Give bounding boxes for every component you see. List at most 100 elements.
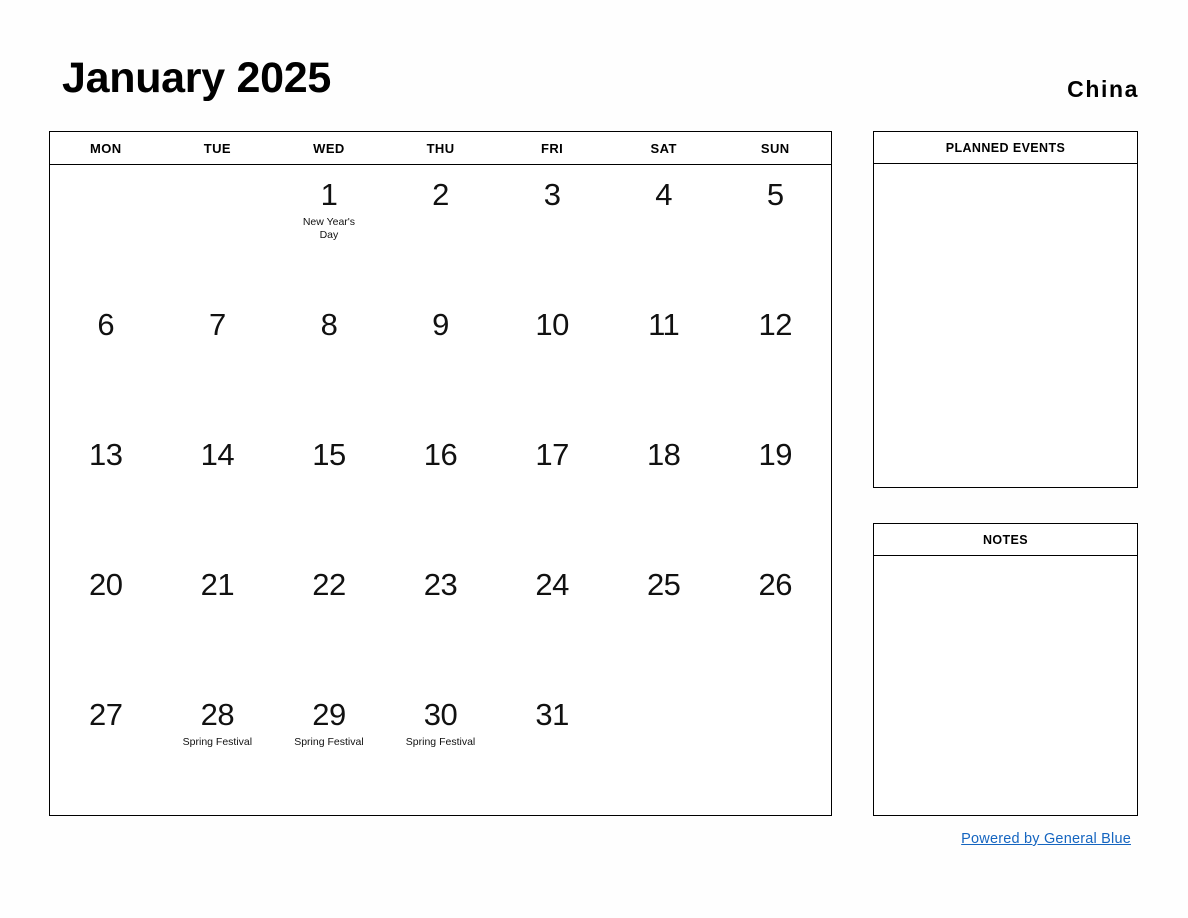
day-number: 22: [312, 567, 346, 602]
planned-events-body[interactable]: [874, 164, 1137, 486]
day-number: 24: [535, 567, 569, 602]
notes-title: NOTES: [874, 524, 1137, 556]
calendar-day-cell-empty: [50, 165, 162, 295]
calendar-day-cell-7[interactable]: 7: [162, 295, 274, 425]
day-number: 7: [208, 307, 226, 342]
weekday-header-tue: TUE: [203, 140, 231, 156]
day-number: 23: [423, 567, 458, 602]
day-event-line: New Year's: [302, 215, 356, 228]
weekday-header-thu: THU: [426, 140, 455, 156]
weekday-header-wed: WED: [313, 140, 345, 156]
day-number: 25: [646, 567, 681, 602]
calendar-day-cell-18[interactable]: 18: [608, 425, 720, 555]
calendar-day-cell-8[interactable]: 8: [273, 295, 385, 425]
calendar-day-cell-empty: [608, 685, 720, 815]
day-number: 12: [758, 307, 793, 342]
calendar-page: January 2025 China MON TUE WED THU FRI SAT SUN…: [0, 0, 1188, 918]
calendar-day-cell-1[interactable]: 1 New Year's Day: [273, 165, 385, 295]
day-number: 19: [758, 437, 793, 472]
day-event-line: Spring Festival: [294, 735, 364, 748]
day-number: 4: [655, 177, 673, 212]
notes-body[interactable]: [874, 556, 1137, 814]
planned-events-title: PLANNED EVENTS: [874, 132, 1137, 164]
country-label: China: [1067, 76, 1139, 102]
day-number: 27: [89, 697, 123, 732]
calendar-day-cell-6[interactable]: 6: [50, 295, 162, 425]
calendar-day-cell-14[interactable]: 14: [162, 425, 274, 555]
calendar-day-cell-22[interactable]: 22: [273, 555, 385, 685]
calendar-day-cell-20[interactable]: 20: [50, 555, 162, 685]
calendar-day-cell-30[interactable]: 30 Spring Festival: [385, 685, 497, 815]
calendar-week-row: 20 21 22 23 24 25 26: [50, 555, 831, 685]
calendar-day-cell-28[interactable]: 28 Spring Festival: [162, 685, 274, 815]
day-number: 11: [648, 307, 680, 342]
calendar-day-cell-10[interactable]: 10: [496, 295, 608, 425]
calendar-day-cell-21[interactable]: 21: [162, 555, 274, 685]
day-event-line: Spring Festival: [182, 735, 253, 748]
calendar-day-cell-31[interactable]: 31: [496, 685, 608, 815]
day-number: 15: [312, 437, 346, 472]
calendar-day-cell-2[interactable]: 2: [385, 165, 497, 295]
calendar-day-cell-empty: [162, 165, 274, 295]
day-number: 31: [535, 697, 569, 732]
calendar-week-row: 1 New Year's Day 2 3 4 5: [50, 165, 831, 295]
calendar-day-cell-15[interactable]: 15: [273, 425, 385, 555]
calendar-day-cell-9[interactable]: 9: [385, 295, 497, 425]
day-event-line: Day: [319, 228, 339, 241]
day-number: 29: [312, 697, 346, 732]
day-event-label: Spring Festival: [385, 736, 497, 749]
weekday-header-sun: SUN: [760, 140, 790, 156]
calendar-day-cell-empty: [719, 685, 831, 815]
day-event-label: Spring Festival: [273, 736, 385, 749]
page-title: January 2025: [62, 54, 331, 102]
calendar-day-cell-3[interactable]: 3: [496, 165, 608, 295]
calendar-day-cell-24[interactable]: 24: [496, 555, 608, 685]
day-number: 2: [432, 177, 449, 212]
powered-by-link[interactable]: Powered by General Blue: [961, 831, 1131, 847]
weekday-header-mon: MON: [90, 140, 122, 156]
day-number: 5: [766, 177, 784, 212]
day-number: 20: [89, 567, 123, 602]
calendar-week-row: 13 14 15 16 17 18 19: [50, 425, 831, 555]
day-number: 16: [423, 437, 458, 472]
calendar-day-cell-12[interactable]: 12: [719, 295, 831, 425]
day-number: 6: [97, 307, 115, 342]
weekday-header-sat: SAT: [650, 140, 677, 156]
day-number: 21: [200, 567, 235, 602]
calendar-day-cell-11[interactable]: 11: [608, 295, 720, 425]
day-number: 30: [423, 697, 458, 732]
calendar-day-cell-13[interactable]: 13: [50, 425, 162, 555]
day-number: 10: [535, 307, 569, 342]
calendar-day-cell-19[interactable]: 19: [719, 425, 831, 555]
planned-events-panel: PLANNED EVENTS: [873, 131, 1138, 488]
day-number: 17: [535, 437, 569, 472]
day-event-label: Spring Festival: [162, 736, 274, 749]
day-number: 3: [543, 177, 561, 212]
calendar-day-cell-16[interactable]: 16: [385, 425, 497, 555]
day-number: 1: [320, 177, 338, 212]
notes-panel: NOTES: [873, 523, 1138, 816]
calendar-day-cell-26[interactable]: 26: [719, 555, 831, 685]
calendar-day-cell-29[interactable]: 29 Spring Festival: [273, 685, 385, 815]
calendar-day-cell-5[interactable]: 5: [719, 165, 831, 295]
day-number: 8: [320, 307, 338, 342]
calendar-week-row: 6 7 8 9 10 11 12: [50, 295, 831, 425]
calendar-grid: MON TUE WED THU FRI SAT SUN 1 New Year's Day 2 3 4 5…: [49, 131, 832, 816]
day-number: 28: [200, 697, 235, 732]
day-number: 13: [89, 437, 123, 472]
day-event-line: Spring Festival: [405, 735, 476, 748]
day-number: 18: [646, 437, 681, 472]
calendar-day-cell-27[interactable]: 27: [50, 685, 162, 815]
calendar-day-cell-17[interactable]: 17: [496, 425, 608, 555]
calendar-day-cell-23[interactable]: 23: [385, 555, 497, 685]
weekday-header-fri: FRI: [541, 140, 564, 156]
page-header: January 2025 China: [0, 0, 1188, 126]
weekday-header-row: MON TUE WED THU FRI SAT SUN: [50, 132, 831, 165]
calendar-day-cell-4[interactable]: 4: [608, 165, 720, 295]
day-number: 9: [432, 307, 449, 342]
calendar-weeks: 1 New Year's Day 2 3 4 5 6 7 8 9 10 11 12 13 14 15 16 17 18…: [50, 165, 831, 815]
day-event-label: New Year's Day: [273, 216, 385, 242]
day-number: 26: [758, 567, 793, 602]
calendar-day-cell-25[interactable]: 25: [608, 555, 720, 685]
day-number: 14: [200, 437, 235, 472]
